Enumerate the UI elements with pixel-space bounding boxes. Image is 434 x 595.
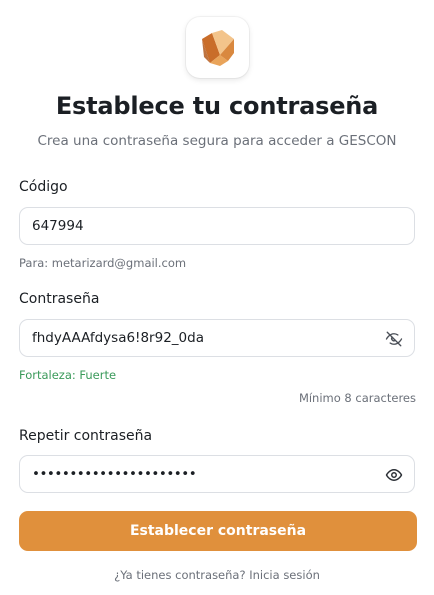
repeat-password-label: Repetir contraseña bbox=[19, 428, 153, 444]
code-recipient-hint: Para: metarizard@gmail.com bbox=[19, 256, 187, 270]
password-field-wrapper bbox=[19, 319, 415, 357]
password-input[interactable] bbox=[20, 320, 372, 356]
page-title: Establece tu contraseña bbox=[55, 92, 379, 120]
eye-off-icon[interactable] bbox=[385, 330, 403, 348]
password-label: Contraseña bbox=[19, 291, 100, 307]
set-password-page: Establece tu contraseña Crea una contras… bbox=[0, 0, 434, 595]
password-min-length-hint: Mínimo 8 caracteres bbox=[298, 391, 416, 405]
app-logo bbox=[186, 17, 249, 78]
repeat-password-input[interactable] bbox=[20, 456, 372, 492]
code-label: Código bbox=[19, 179, 68, 195]
login-link[interactable]: ¿Ya tienes contraseña? Inicia sesión bbox=[114, 568, 320, 582]
page-subtitle: Crea una contraseña segura para acceder … bbox=[37, 133, 397, 149]
gescon-logo-icon bbox=[201, 29, 234, 66]
login-link-row: ¿Ya tienes contraseña? Inicia sesión bbox=[0, 568, 434, 582]
code-field-wrapper bbox=[19, 207, 415, 245]
set-password-button[interactable]: Establecer contraseña bbox=[19, 511, 417, 551]
repeat-password-field-wrapper bbox=[19, 455, 415, 493]
password-strength-indicator: Fortaleza: Fuerte bbox=[19, 368, 117, 382]
eye-icon[interactable] bbox=[385, 466, 403, 484]
code-input[interactable] bbox=[20, 208, 372, 244]
